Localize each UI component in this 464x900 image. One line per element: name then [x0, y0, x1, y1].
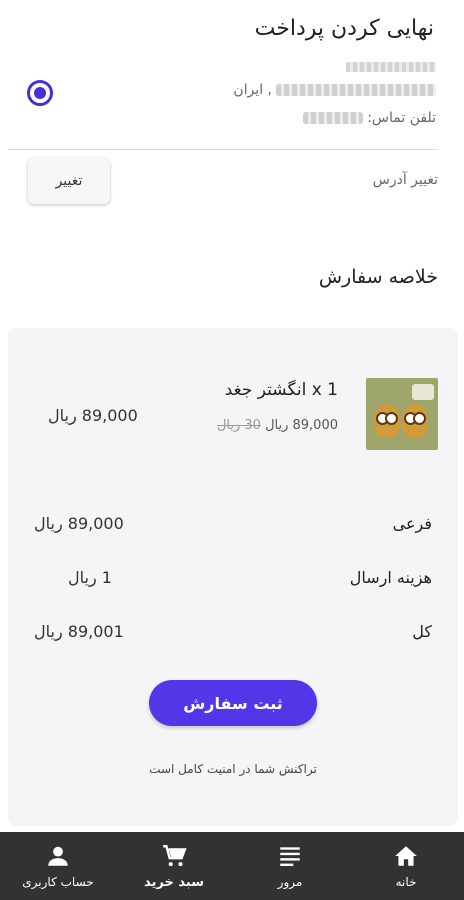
product-name: 1 x انگشتر جغد	[224, 380, 338, 400]
address-line-redacted	[346, 62, 436, 72]
total-label: کل	[412, 622, 432, 641]
product-old-price: 30 ریال	[216, 418, 261, 433]
address-redacted-text	[276, 84, 436, 96]
product-price: 89,000 ریال	[265, 418, 338, 433]
nav-item-cart[interactable]: سبد خرید	[116, 832, 232, 900]
nav-item-home[interactable]: خانه	[348, 832, 464, 900]
subtotal-label: فرعی	[392, 514, 432, 533]
summary-card: 1 x انگشتر جغد 89,000 ریال 30 ریال 89,00…	[8, 328, 458, 826]
change-address-button[interactable]: تغییر	[28, 158, 110, 204]
shipping-value: 1 ریال	[68, 568, 112, 587]
address-radio[interactable]	[27, 80, 53, 106]
person-icon	[48, 846, 68, 866]
product-image	[366, 378, 438, 450]
nav-item-browse[interactable]: مرور	[232, 832, 348, 900]
total-value: 89,001 ریال	[34, 622, 124, 641]
submit-order-button[interactable]: ثبت سفارش	[149, 680, 317, 726]
nav-label-cart: سبد خرید	[144, 874, 204, 890]
summary-title: خلاصه سفارش	[318, 266, 438, 288]
nav-label-browse: مرور	[277, 875, 303, 889]
phone-redacted-text	[303, 112, 364, 124]
product-prices: 89,000 ریال 30 ریال	[213, 418, 338, 433]
home-icon	[395, 846, 417, 866]
nav-item-account[interactable]: حساب کاربری	[0, 832, 116, 900]
change-address-label: تغییر آدرس	[372, 172, 438, 188]
secure-note: تراکنش شما در امنیت کامل است	[149, 762, 317, 776]
subtotal-value: 89,000 ریال	[34, 514, 124, 533]
address-block[interactable]: , ایران تلفن تماس:	[0, 62, 464, 142]
nav-label-home: خانه	[395, 875, 417, 889]
shipping-label: هزینه ارسال	[349, 568, 432, 587]
nav-label-account: حساب کاربری	[22, 875, 94, 889]
divider	[8, 149, 438, 150]
list-icon	[280, 847, 300, 866]
address-country: , ایران	[233, 82, 272, 98]
page-title: نهایی کردن پرداخت	[254, 16, 434, 41]
product-line-total: 89,000 ریال	[48, 406, 138, 425]
cart-icon	[163, 844, 187, 866]
address-line: , ایران	[233, 82, 436, 98]
bottom-nav: حساب کاربری سبد خرید مرور خانه	[0, 832, 464, 900]
address-phone: تلفن تماس:	[303, 110, 436, 126]
phone-label: تلفن تماس:	[367, 110, 436, 126]
